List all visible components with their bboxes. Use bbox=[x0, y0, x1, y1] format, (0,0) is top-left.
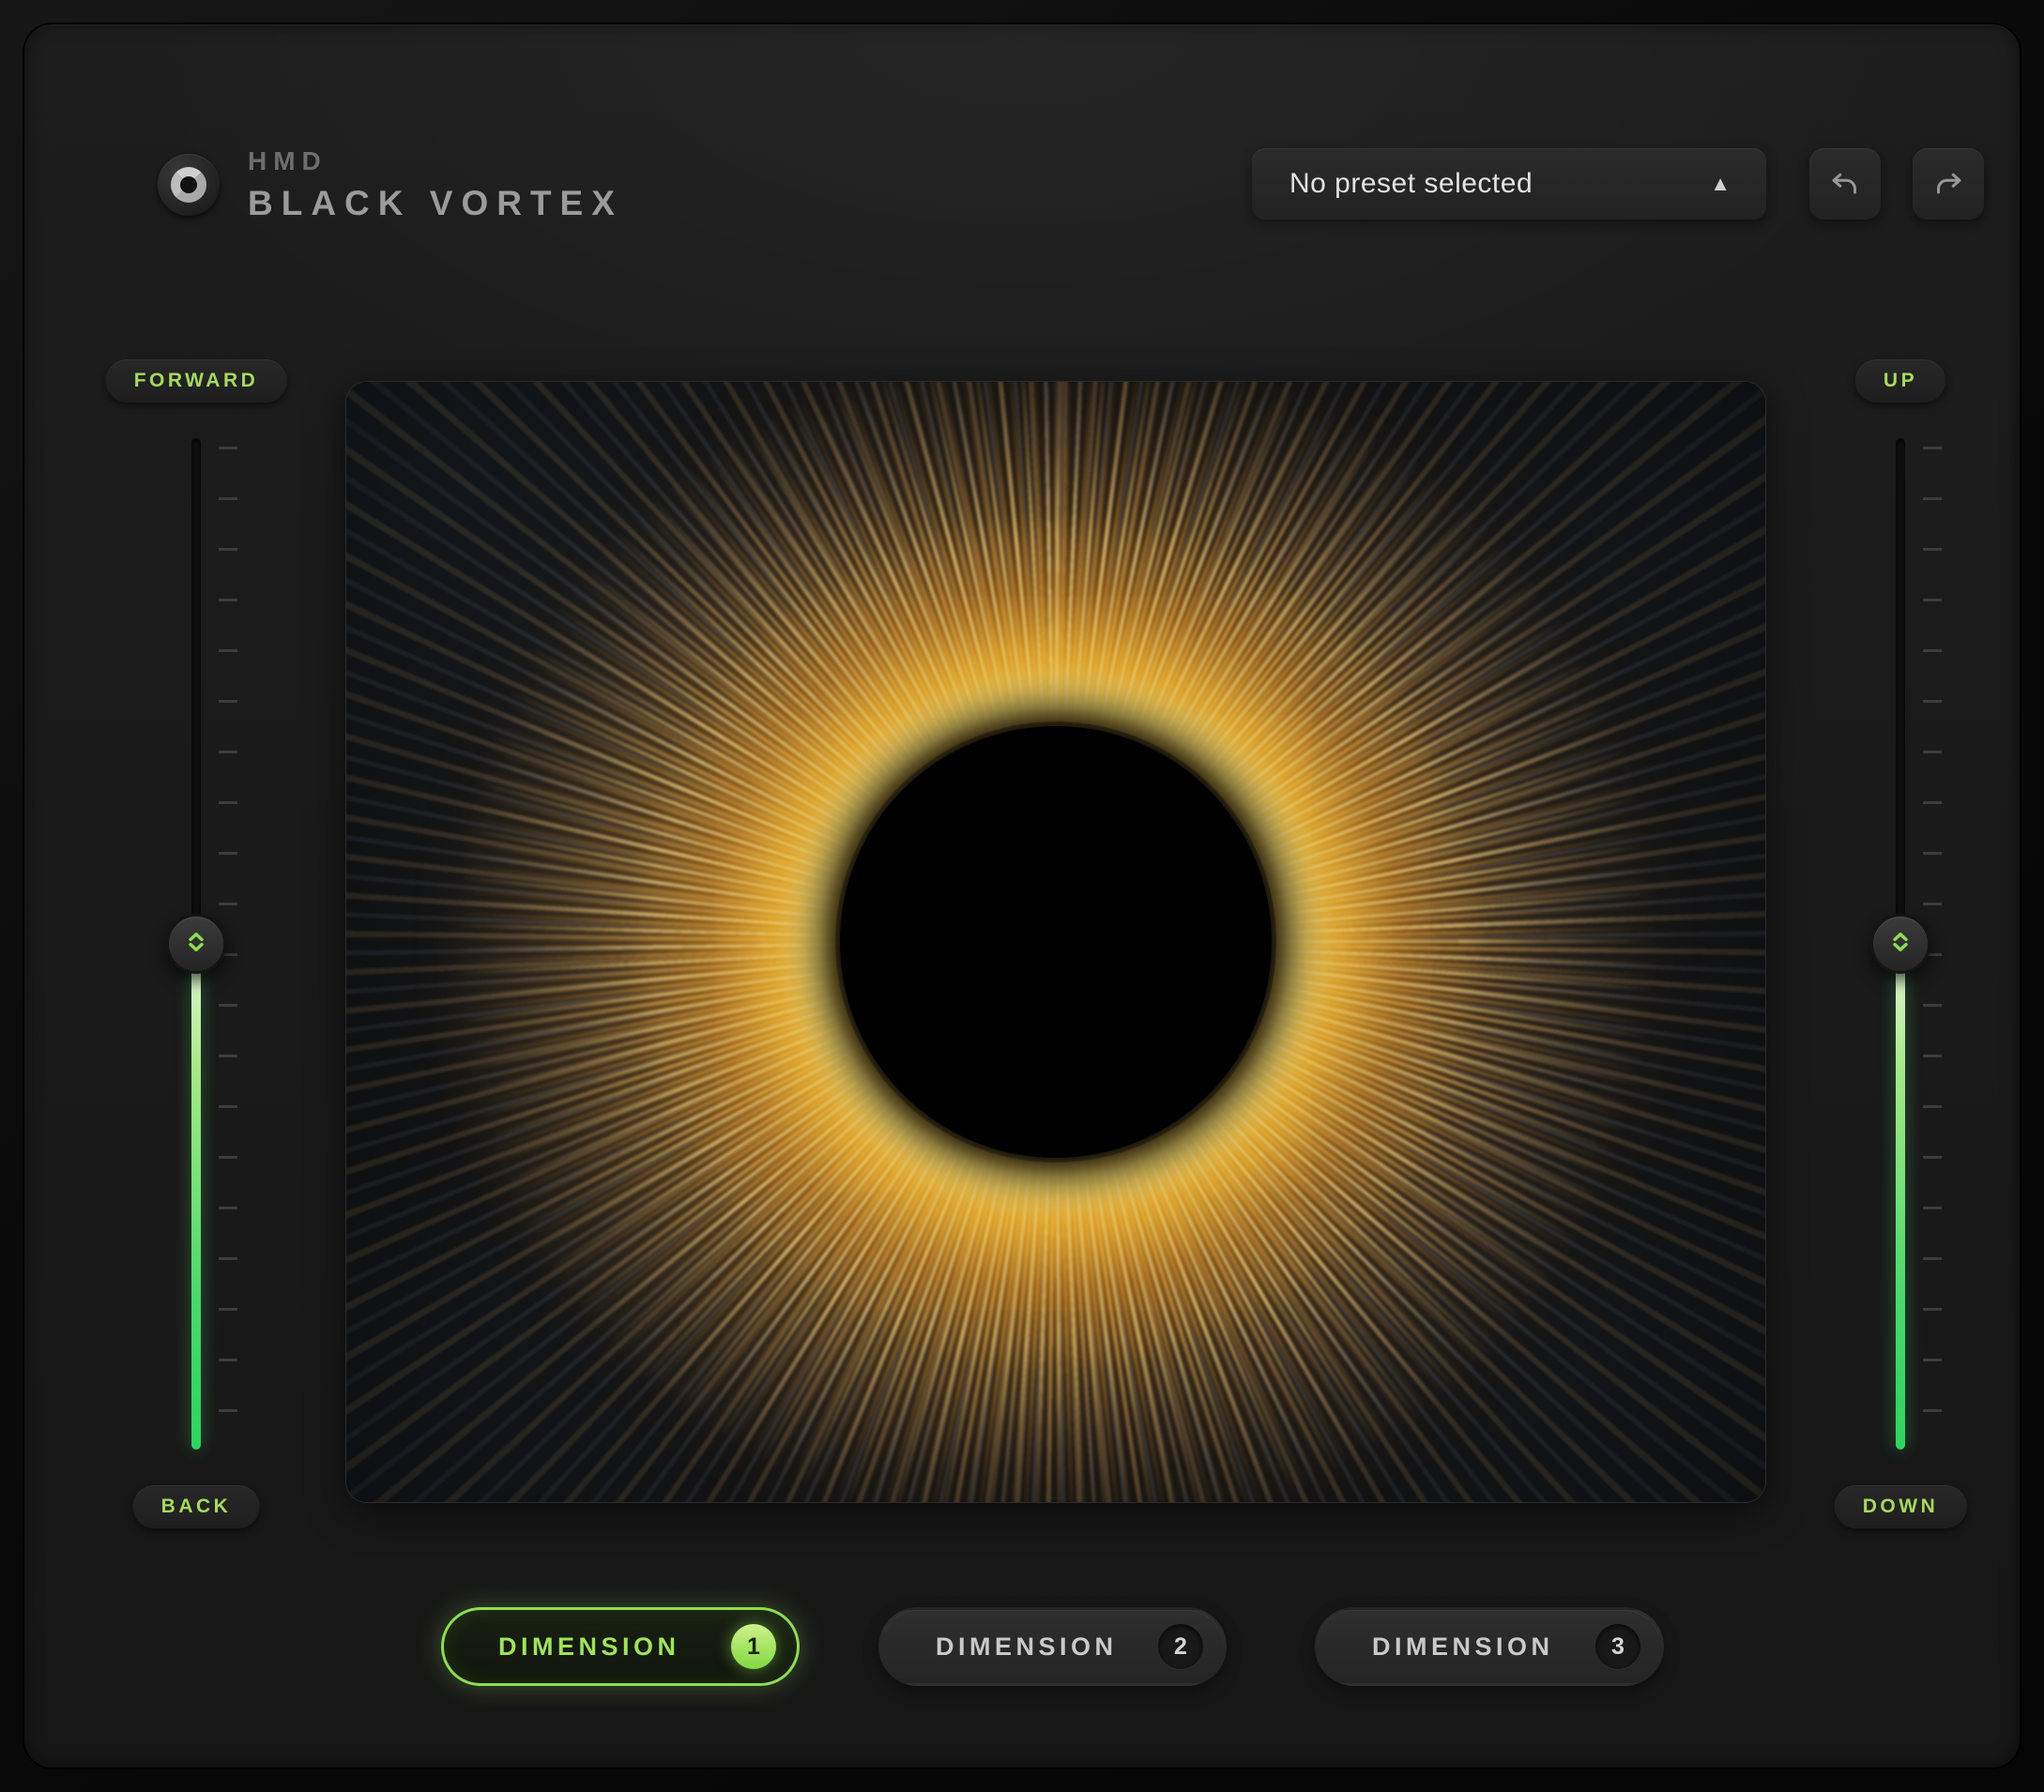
left-slider-track[interactable] bbox=[191, 438, 201, 1450]
plugin-window: HMD BLACK VORTEX No preset selected ▲ bbox=[0, 0, 2044, 1792]
black-hole bbox=[840, 726, 1272, 1158]
forward-label: FORWARD bbox=[106, 359, 287, 402]
main-panel: HMD BLACK VORTEX No preset selected ▲ bbox=[24, 24, 2020, 1768]
right-slider-handle[interactable] bbox=[1870, 914, 1930, 974]
chevron-up-down-icon bbox=[181, 927, 211, 962]
undo-button[interactable] bbox=[1809, 148, 1881, 220]
down-label: DOWN bbox=[1835, 1485, 1967, 1528]
triangle-up-icon: ▲ bbox=[1710, 172, 1731, 196]
left-slider-handle[interactable] bbox=[166, 914, 226, 974]
dimension-1-button[interactable]: DIMENSION 1 bbox=[441, 1607, 800, 1686]
right-slider-fill bbox=[1896, 944, 1905, 1450]
right-slider-track[interactable] bbox=[1896, 438, 1905, 1450]
dimension-2-label: DIMENSION bbox=[936, 1633, 1118, 1662]
dimension-1-badge: 1 bbox=[731, 1624, 776, 1669]
dimension-2-badge: 2 bbox=[1158, 1624, 1203, 1669]
dimension-1-label: DIMENSION bbox=[498, 1633, 680, 1662]
left-slider-fill bbox=[191, 944, 201, 1450]
redo-arrow-icon bbox=[1931, 167, 1965, 201]
dimension-3-label: DIMENSION bbox=[1372, 1633, 1554, 1662]
chevron-up-down-icon bbox=[1885, 927, 1915, 962]
back-label: BACK bbox=[133, 1485, 260, 1528]
up-label: UP bbox=[1855, 359, 1945, 402]
dimension-3-button[interactable]: DIMENSION 3 bbox=[1315, 1607, 1664, 1686]
ring-logo-icon bbox=[158, 154, 220, 216]
preset-value: No preset selected bbox=[1289, 168, 1533, 200]
undo-arrow-icon bbox=[1828, 167, 1862, 201]
redo-button[interactable] bbox=[1913, 148, 1984, 220]
vortex-display bbox=[346, 382, 1765, 1502]
plugin-title: BLACK VORTEX bbox=[248, 184, 623, 223]
brand-block: HMD BLACK VORTEX bbox=[248, 146, 623, 223]
brand-name: HMD bbox=[248, 146, 623, 176]
preset-selector[interactable]: No preset selected ▲ bbox=[1252, 148, 1766, 220]
dimension-3-badge: 3 bbox=[1595, 1624, 1640, 1669]
dimension-2-button[interactable]: DIMENSION 2 bbox=[878, 1607, 1227, 1686]
